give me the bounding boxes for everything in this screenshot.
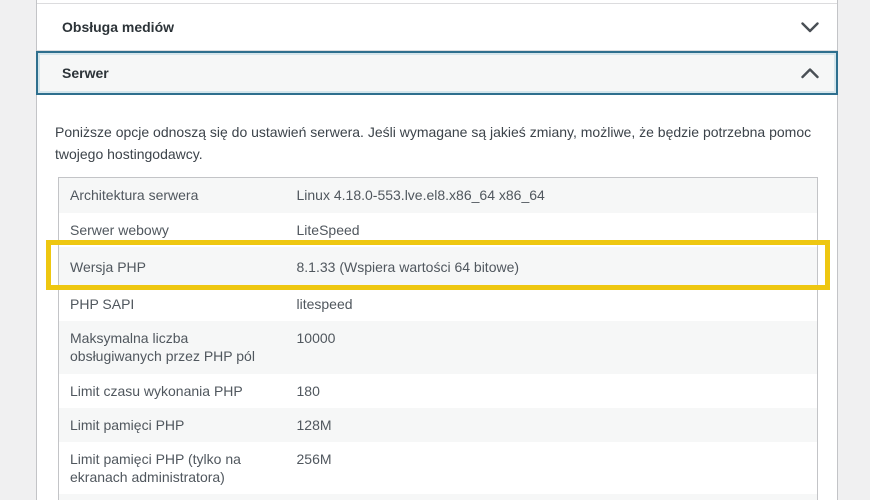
row-value: 8.1.33 (Wspiera wartości 64 bitowe) — [296, 258, 520, 275]
table-row-partial — [58, 494, 818, 500]
chevron-down-icon — [801, 21, 819, 33]
accordion-section-server-label: Serwer — [62, 65, 109, 81]
site-health-page: Obsługa mediów Serwer Poniższe opcje odn… — [0, 0, 870, 500]
row-label: Architektura serwera — [70, 187, 199, 204]
row-label: Wersja PHP — [70, 258, 146, 275]
table-row: Limit pamięci PHP (tylko na ekranach adm… — [58, 441, 818, 495]
row-label: Limit czasu wykonania PHP — [70, 382, 243, 399]
server-section-content: Poniższe opcje odnoszą się do ustawień s… — [37, 95, 837, 500]
row-value: 10000 — [296, 330, 336, 347]
site-health-info-panel: Obsługa mediów Serwer Poniższe opcje odn… — [36, 0, 838, 500]
table-row: Architektura serwera Linux 4.18.0-553.lv… — [58, 177, 818, 213]
accordion-section-media-label: Obsługa mediów — [62, 19, 175, 35]
table-row: Serwer webowy LiteSpeed — [58, 212, 818, 247]
row-value: 128M — [296, 416, 332, 433]
table-row-php-version: Wersja PHP 8.1.33 (Wspiera wartości 64 b… — [58, 246, 818, 287]
row-label: Limit pamięci PHP (tylko na ekranach adm… — [70, 450, 241, 486]
server-info-table: Architektura serwera Linux 4.18.0-553.lv… — [58, 177, 818, 500]
row-label: Serwer webowy — [70, 221, 169, 238]
row-label: PHP SAPI — [70, 295, 135, 312]
row-value: 180 — [296, 382, 320, 399]
accordion-section-media[interactable]: Obsługa mediów — [37, 3, 837, 51]
table-row: Limit pamięci PHP 128M — [58, 407, 818, 442]
table-row: Limit czasu wykonania PHP 180 — [58, 373, 818, 408]
row-value: 256M — [296, 450, 332, 467]
table-row: PHP SAPI litespeed — [58, 286, 818, 322]
row-value: Linux 4.18.0-553.lve.el8.x86_64 x86_64 — [296, 187, 545, 204]
row-label: Maksymalna liczba obsługiwanych przez PH… — [70, 330, 255, 365]
row-label: Limit pamięci PHP — [70, 416, 185, 433]
row-value: litespeed — [296, 295, 353, 312]
table-row: Maksymalna liczba obsługiwanych przez PH… — [58, 321, 818, 374]
row-value: LiteSpeed — [296, 221, 360, 238]
accordion-section-server[interactable]: Serwer — [36, 51, 838, 95]
chevron-up-icon — [801, 67, 819, 79]
server-section-description: Poniższe opcje odnoszą się do ustawień s… — [55, 124, 812, 162]
